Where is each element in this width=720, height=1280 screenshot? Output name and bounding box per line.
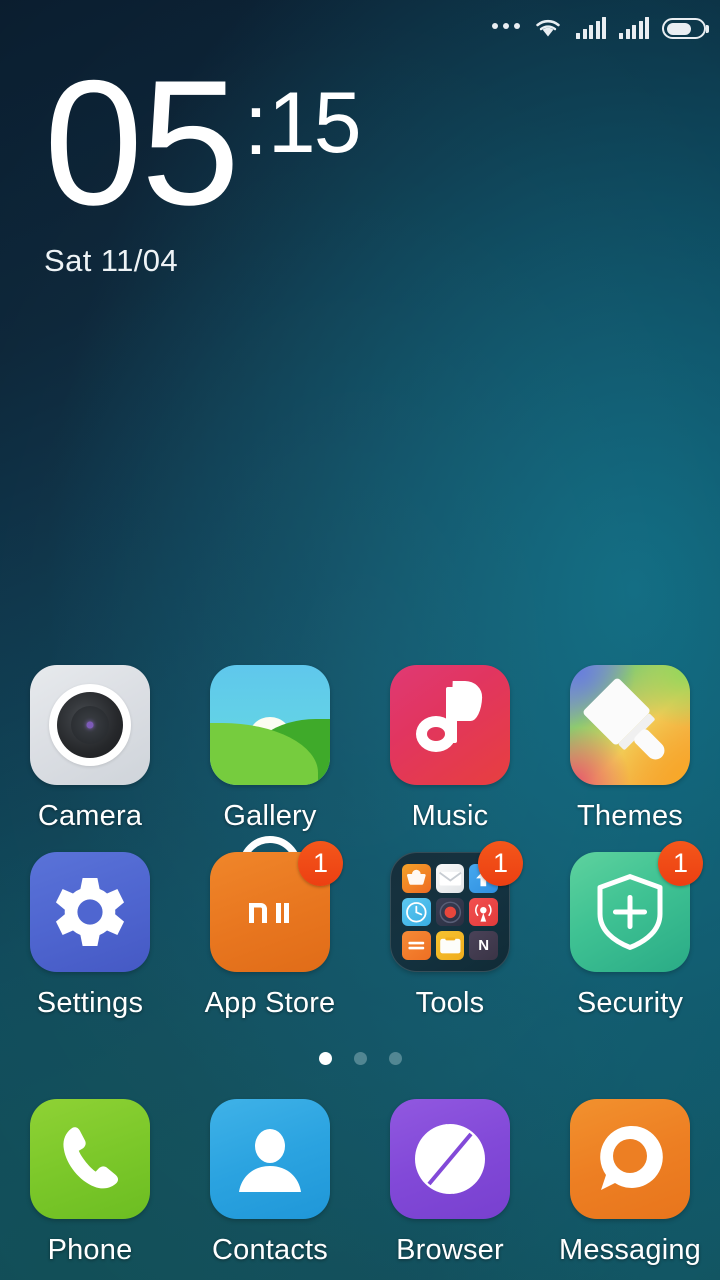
camera-icon-wrap — [30, 665, 150, 785]
signal-sim2-icon — [619, 13, 649, 39]
settings-icon-wrap — [30, 852, 150, 972]
camera-icon — [30, 665, 150, 785]
app-messaging[interactable]: Messaging — [540, 1094, 720, 1267]
app-label-settings: Settings — [37, 987, 143, 1020]
app-label-app-store: App Store — [205, 987, 336, 1020]
browser-icon — [390, 1099, 510, 1219]
security-icon-wrap: 1 — [570, 852, 690, 972]
app-themes[interactable]: Themes — [540, 660, 720, 833]
app-browser[interactable]: Browser — [360, 1094, 540, 1267]
app-label-themes: Themes — [577, 800, 683, 833]
app-label-security: Security — [577, 987, 683, 1020]
battery-icon — [662, 13, 706, 39]
themes-icon — [570, 665, 690, 785]
tools-folder-icon-wrap: N 1 — [390, 852, 510, 972]
signal-sim1-icon — [576, 13, 606, 39]
clock-colon: : — [244, 82, 266, 168]
file-manager-icon — [436, 931, 465, 960]
page-indicator[interactable] — [0, 1052, 720, 1065]
music-icon — [390, 665, 510, 785]
app-gallery[interactable]: Gallery — [180, 660, 360, 833]
app-label-messaging: Messaging — [559, 1234, 701, 1267]
contacts-icon-wrap — [210, 1099, 330, 1219]
app-grid: Camera Gallery Music — [0, 660, 720, 1020]
badge-app-store: 1 — [298, 841, 343, 886]
gallery-icon-wrap — [210, 665, 330, 785]
app-phone[interactable]: Phone — [0, 1094, 180, 1267]
settings-icon — [30, 852, 150, 972]
phone-icon — [30, 1099, 150, 1219]
mail-icon — [436, 864, 465, 893]
app-label-browser: Browser — [396, 1234, 504, 1267]
clock-widget[interactable]: 05 : 15 Sat 11/04 — [44, 74, 360, 279]
gallery-icon — [210, 665, 330, 785]
clock-date: Sat 11/04 — [44, 243, 360, 279]
paintbrush-icon — [582, 677, 678, 773]
app-label-camera: Camera — [38, 800, 142, 833]
app-label-phone: Phone — [48, 1234, 133, 1267]
notes-icon: N — [469, 931, 498, 960]
handset-icon — [52, 1121, 129, 1198]
dock: Phone Contacts — [0, 1094, 720, 1267]
fm-radio-icon — [469, 898, 498, 927]
app-camera[interactable]: Camera — [0, 660, 180, 833]
badge-tools: 1 — [478, 841, 523, 886]
app-app-store[interactable]: 1 App Store — [180, 847, 360, 1020]
contacts-icon — [210, 1099, 330, 1219]
app-security[interactable]: 1 Security — [540, 847, 720, 1020]
notes-glyph: N — [469, 931, 498, 960]
app-contacts[interactable]: Contacts — [180, 1094, 360, 1267]
status-bar — [0, 0, 720, 52]
wifi-icon — [533, 13, 563, 39]
clock-minutes: 15 — [268, 80, 360, 166]
clock-time: 05 : 15 — [44, 74, 360, 213]
music-icon-wrap — [390, 665, 510, 785]
page-dot-2[interactable] — [354, 1052, 367, 1065]
more-dots-icon — [492, 13, 520, 39]
app-settings[interactable]: Settings — [0, 847, 180, 1020]
clock-icon — [402, 898, 431, 927]
mi-logo — [247, 896, 293, 938]
themes-icon-wrap — [570, 665, 690, 785]
app-store-icon-wrap: 1 — [210, 852, 330, 972]
clock-hours: 05 — [44, 74, 238, 213]
gear-icon — [53, 875, 127, 949]
person-icon — [237, 1126, 303, 1196]
page-dot-1[interactable] — [319, 1052, 332, 1065]
calculator-icon — [402, 931, 431, 960]
messaging-icon — [570, 1099, 690, 1219]
app-label-gallery: Gallery — [223, 800, 316, 833]
app-music[interactable]: Music — [360, 660, 540, 833]
messaging-icon-wrap — [570, 1099, 690, 1219]
app-tools-folder[interactable]: N 1 Tools — [360, 847, 540, 1020]
phone-icon-wrap — [30, 1099, 150, 1219]
browser-icon-wrap — [390, 1099, 510, 1219]
app-label-tools: Tools — [416, 987, 485, 1020]
badge-security: 1 — [658, 841, 703, 886]
mi-mover-icon — [402, 864, 431, 893]
shield-icon — [593, 872, 667, 952]
recorder-icon — [436, 898, 465, 927]
speech-bubble-icon — [593, 1122, 667, 1196]
app-label-music: Music — [412, 800, 489, 833]
browser-swirl-icon — [411, 1120, 489, 1198]
page-dot-3[interactable] — [389, 1052, 402, 1065]
app-label-contacts: Contacts — [212, 1234, 328, 1267]
